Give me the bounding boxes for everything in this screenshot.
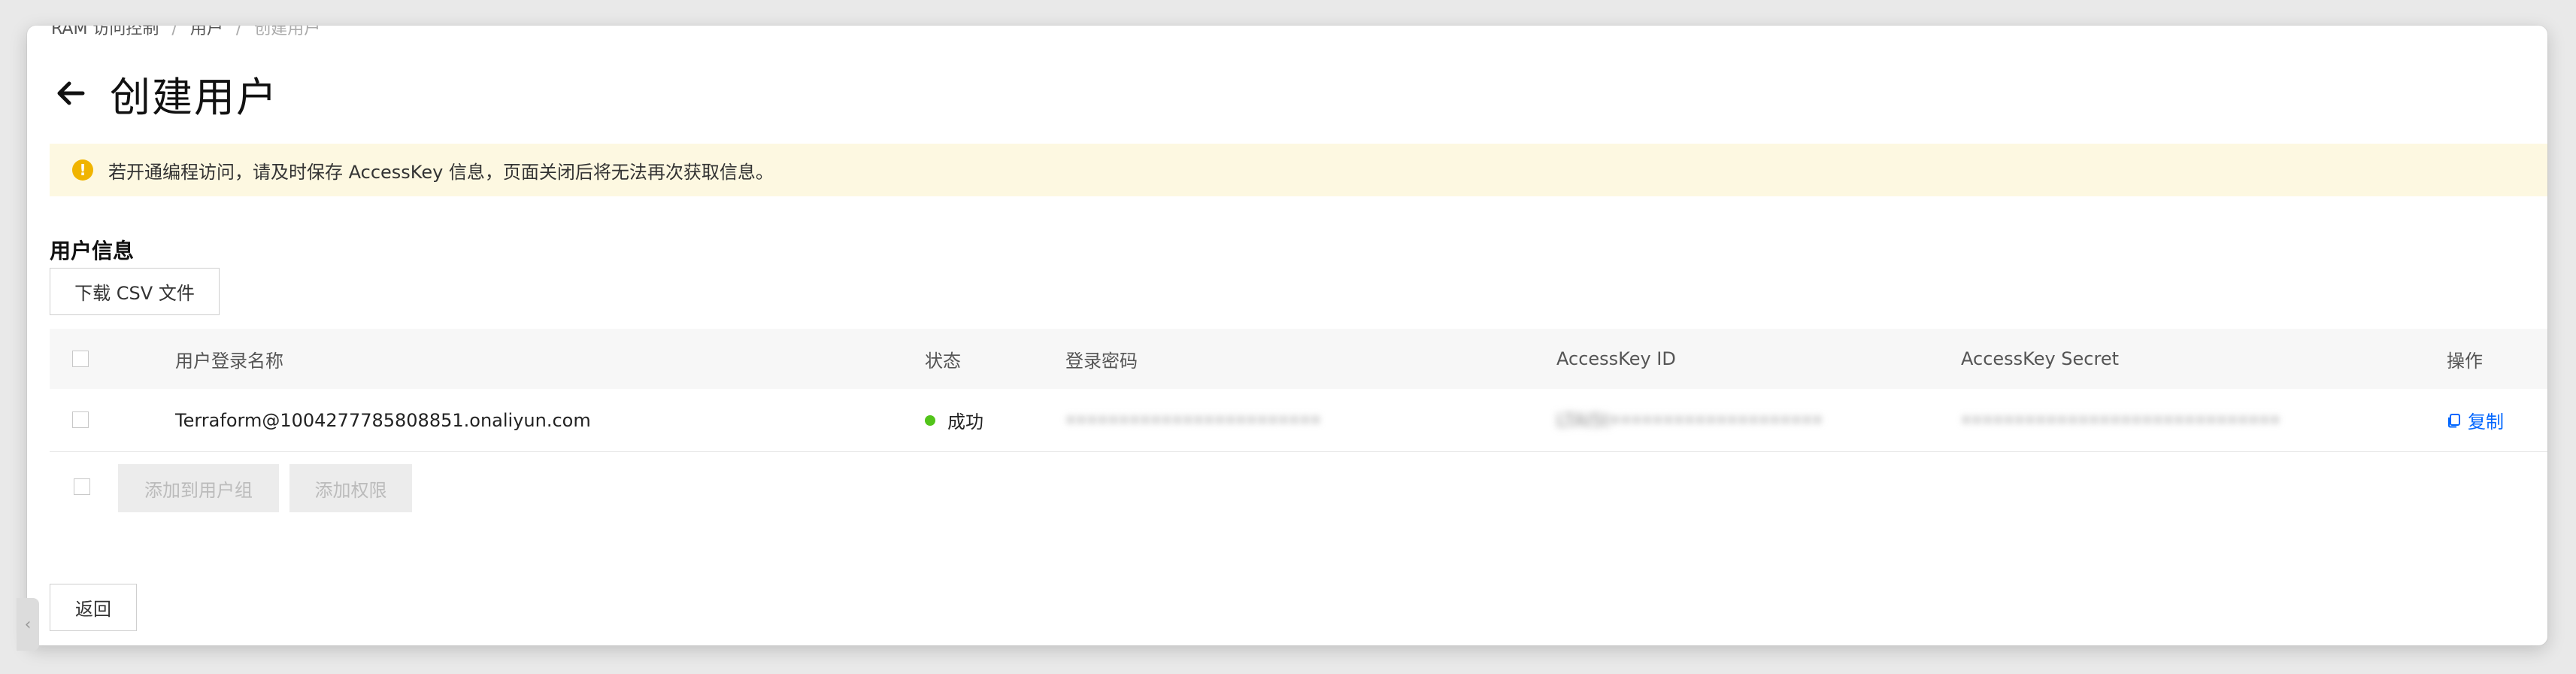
- side-collapse-handle[interactable]: ‹: [17, 598, 39, 651]
- add-permission-button[interactable]: 添加权限: [289, 464, 412, 512]
- title-row: 创建用户: [50, 63, 278, 123]
- alert-text: 若开通编程访问，请及时保存 AccessKey 信息，页面关闭后将无法再次获取信…: [108, 161, 774, 183]
- column-header-password: 登录密码: [1065, 350, 1138, 372]
- password-value: ••••••••••••••••••••••••: [1065, 409, 1321, 431]
- row-checkbox[interactable]: [72, 411, 89, 428]
- copy-label: 复制: [2468, 411, 2504, 433]
- breadcrumb-item-ram[interactable]: RAM 访问控制: [51, 26, 159, 38]
- copy-icon: [2448, 413, 2460, 427]
- column-header-actions: 操作: [2447, 350, 2483, 372]
- breadcrumb-item-users[interactable]: 用户: [190, 26, 223, 38]
- section-title: 用户信息: [50, 238, 135, 263]
- status-text: 成功: [947, 411, 983, 433]
- breadcrumb: RAM 访问控制 / 用户 / 创建用户: [51, 26, 328, 39]
- warning-icon: !: [72, 159, 93, 181]
- column-header-accesskey-secret: AccessKey Secret: [1961, 348, 2120, 369]
- download-csv-button[interactable]: 下载 CSV 文件: [50, 268, 220, 315]
- return-button[interactable]: 返回: [50, 584, 137, 631]
- table-row: Terraform@1004277785808851.onaliyun.com …: [50, 389, 2547, 452]
- table-header: 用户登录名称 状态 登录密码 AccessKey ID AccessKey Se…: [50, 329, 2547, 390]
- user-login-name: Terraform@1004277785808851.onaliyun.com: [175, 409, 591, 431]
- column-header-login-name: 用户登录名称: [175, 350, 283, 372]
- warning-alert: ! 若开通编程访问，请及时保存 AccessKey 信息，页面关闭后将无法再次获…: [50, 144, 2547, 196]
- breadcrumb-separator: /: [235, 26, 242, 38]
- accesskey-secret-value: ••••••••••••••••••••••••••••••: [1961, 409, 2281, 431]
- batch-select-checkbox[interactable]: [74, 478, 90, 495]
- select-all-checkbox[interactable]: [72, 351, 89, 367]
- status-cell: 成功: [925, 389, 983, 451]
- breadcrumb-separator: /: [171, 26, 177, 38]
- accesskey-id-value: LTAI5t••••••••••••••••••••: [1556, 409, 1823, 431]
- copy-button[interactable]: 复制: [2447, 389, 2504, 451]
- back-arrow-icon[interactable]: [50, 72, 92, 114]
- add-to-group-button[interactable]: 添加到用户组: [118, 464, 279, 512]
- breadcrumb-item-current: 创建用户: [254, 26, 321, 38]
- column-header-status: 状态: [925, 350, 961, 372]
- column-header-accesskey-id: AccessKey ID: [1556, 348, 1676, 369]
- page-title: 创建用户: [110, 73, 278, 121]
- main-window: RAM 访问控制 / 用户 / 创建用户 创建用户 ! 若开通编程访问，请及时保…: [27, 26, 2547, 645]
- status-success-dot: [925, 414, 935, 426]
